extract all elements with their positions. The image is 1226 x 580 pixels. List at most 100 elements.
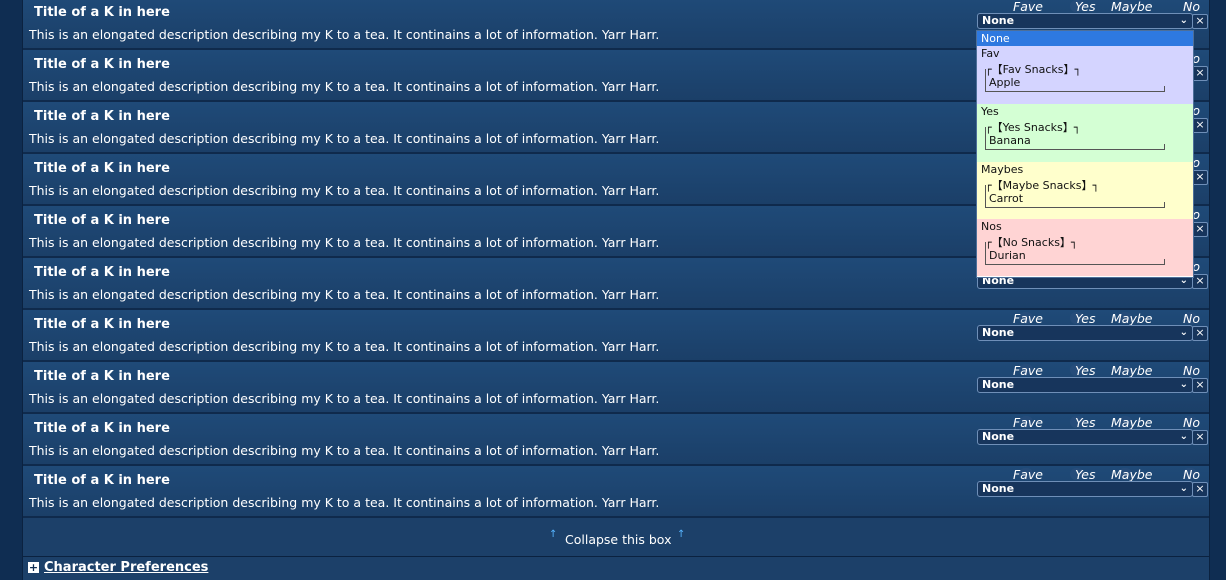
option-group[interactable]: Nos ┌【No Snacks】┐ Durian <box>977 219 1193 276</box>
fave-label: Fave <box>1013 311 1043 326</box>
option-group[interactable]: Fav ┌【Fav Snacks】┐ Apple <box>977 46 1193 104</box>
maybe-label: Maybe <box>1111 467 1153 482</box>
yes-label: Yes <box>1075 363 1096 378</box>
option-snack-box[interactable]: ┌【Yes Snacks】┐ Banana <box>985 119 1165 151</box>
kink-description: This is an elongated description describ… <box>29 339 660 354</box>
option-item[interactable]: Carrot <box>989 192 1023 205</box>
kink-description: This is an elongated description describ… <box>29 287 660 302</box>
box-border-right <box>1164 259 1165 265</box>
preference-select[interactable]: None ⌄ <box>977 13 1193 29</box>
select-value: None <box>982 482 1015 495</box>
option-none[interactable]: None <box>977 31 1193 46</box>
box-border-bottom <box>985 91 1165 92</box>
clear-selection-button[interactable]: × <box>1192 222 1208 237</box>
box-border-bottom <box>985 264 1165 265</box>
kink-title: Title of a K in here <box>34 369 170 384</box>
kink-title: Title of a K in here <box>34 57 170 72</box>
option-item[interactable]: Apple <box>989 76 1020 89</box>
yes-label: Yes <box>1075 311 1096 326</box>
option-caption: ┌【Fav Snacks】┐ <box>985 63 1082 76</box>
preference-select[interactable]: None ⌄ <box>977 325 1193 341</box>
option-group[interactable]: Yes ┌【Yes Snacks】┐ Banana <box>977 104 1193 162</box>
option-snack-box[interactable]: ┌【No Snacks】┐ Durian <box>985 234 1165 266</box>
kink-description: This is an elongated description describ… <box>29 183 660 198</box>
preference-select[interactable]: None ⌄ <box>977 429 1193 445</box>
up-arrow-icon: ↑ <box>677 529 686 540</box>
option-caption: ┌【No Snacks】┐ <box>985 236 1078 249</box>
fave-label: Fave <box>1013 467 1043 482</box>
chevron-down-icon[interactable]: ⌄ <box>1180 378 1188 392</box>
kink-title: Title of a K in here <box>34 265 170 280</box>
clear-selection-button[interactable]: × <box>1192 14 1208 29</box>
option-snack-box[interactable]: ┌【Fav Snacks】┐ Apple <box>985 61 1165 93</box>
maybe-label: Maybe <box>1111 311 1153 326</box>
collapse-bar[interactable]: ↑ Collapse this box ↑ <box>23 518 1209 557</box>
no-label: No <box>1183 415 1200 430</box>
kink-description: This is an elongated description describ… <box>29 443 660 458</box>
preference-dropdown-list[interactable]: None Fav ┌【Fav Snacks】┐ Apple Yes ┌【Yes … <box>976 30 1194 278</box>
clear-selection-button[interactable]: × <box>1192 170 1208 185</box>
option-item[interactable]: Durian <box>989 249 1026 262</box>
no-label: No <box>1183 467 1200 482</box>
option-group-label: Maybes <box>981 163 1024 176</box>
yes-label: Yes <box>1075 415 1096 430</box>
yes-label: Yes <box>1075 467 1096 482</box>
chevron-down-icon[interactable]: ⌄ <box>1180 430 1188 444</box>
clear-selection-button[interactable]: × <box>1192 326 1208 341</box>
character-preferences-section[interactable]: + Character Preferences <box>23 557 1209 580</box>
kink-title: Title of a K in here <box>34 317 170 332</box>
option-group-label: Fav <box>981 47 1000 60</box>
option-item[interactable]: Banana <box>989 134 1031 147</box>
box-border-bottom <box>985 149 1165 150</box>
option-group[interactable]: Maybes ┌【Maybe Snacks】┐ Carrot <box>977 162 1193 219</box>
chevron-down-icon[interactable]: ⌄ <box>1180 482 1188 496</box>
clear-selection-button[interactable]: × <box>1192 66 1208 81</box>
kink-description: This is an elongated description describ… <box>29 495 660 510</box>
maybe-label: Maybe <box>1111 363 1153 378</box>
box-border-right <box>1164 202 1165 208</box>
kink-row: Title of a K in here This is an elongate… <box>23 362 1209 414</box>
option-snack-box[interactable]: ┌【Maybe Snacks】┐ Carrot <box>985 177 1165 209</box>
option-caption: ┌【Maybe Snacks】┐ <box>985 179 1100 192</box>
clear-selection-button[interactable]: × <box>1192 274 1208 289</box>
expand-plus-icon[interactable]: + <box>28 562 39 573</box>
yes-label: Yes <box>1075 0 1096 14</box>
character-preferences-link[interactable]: Character Preferences <box>44 560 208 575</box>
clear-selection-button[interactable]: × <box>1192 430 1208 445</box>
option-group-label: Yes <box>981 105 999 118</box>
kink-title: Title of a K in here <box>34 5 170 20</box>
box-border-left <box>985 185 986 207</box>
clear-selection-button[interactable]: × <box>1192 378 1208 393</box>
kink-title: Title of a K in here <box>34 473 170 488</box>
kink-title: Title of a K in here <box>34 161 170 176</box>
preference-select[interactable]: None ⌄ <box>977 481 1193 497</box>
kink-row: Title of a K in here This is an elongate… <box>23 466 1209 518</box>
chevron-down-icon[interactable]: ⌄ <box>1180 14 1188 28</box>
no-label: No <box>1183 0 1200 14</box>
maybe-label: Maybe <box>1111 0 1153 14</box>
select-value: None <box>982 430 1015 443</box>
kink-description: This is an elongated description describ… <box>29 79 660 94</box>
no-label: No <box>1183 363 1200 378</box>
clear-selection-button[interactable]: × <box>1192 482 1208 497</box>
option-caption: ┌【Yes Snacks】┐ <box>985 121 1081 134</box>
kink-title: Title of a K in here <box>34 109 170 124</box>
box-border-right <box>1164 86 1165 92</box>
box-border-bottom <box>985 207 1165 208</box>
chevron-down-icon[interactable]: ⌄ <box>1180 326 1188 340</box>
fave-label: Fave <box>1013 415 1043 430</box>
select-value: None <box>982 378 1015 391</box>
box-border-left <box>985 242 986 264</box>
collapse-label[interactable]: Collapse this box <box>565 532 671 547</box>
select-value: None <box>982 326 1015 339</box>
fave-label: Fave <box>1013 363 1043 378</box>
kink-description: This is an elongated description describ… <box>29 235 660 250</box>
preference-select[interactable]: None ⌄ <box>977 377 1193 393</box>
kink-title: Title of a K in here <box>34 421 170 436</box>
kink-description: This is an elongated description describ… <box>29 27 660 42</box>
kink-description: This is an elongated description describ… <box>29 131 660 146</box>
select-value: None <box>982 14 1015 27</box>
box-border-left <box>985 127 986 149</box>
up-arrow-icon: ↑ <box>549 529 558 540</box>
clear-selection-button[interactable]: × <box>1192 118 1208 133</box>
